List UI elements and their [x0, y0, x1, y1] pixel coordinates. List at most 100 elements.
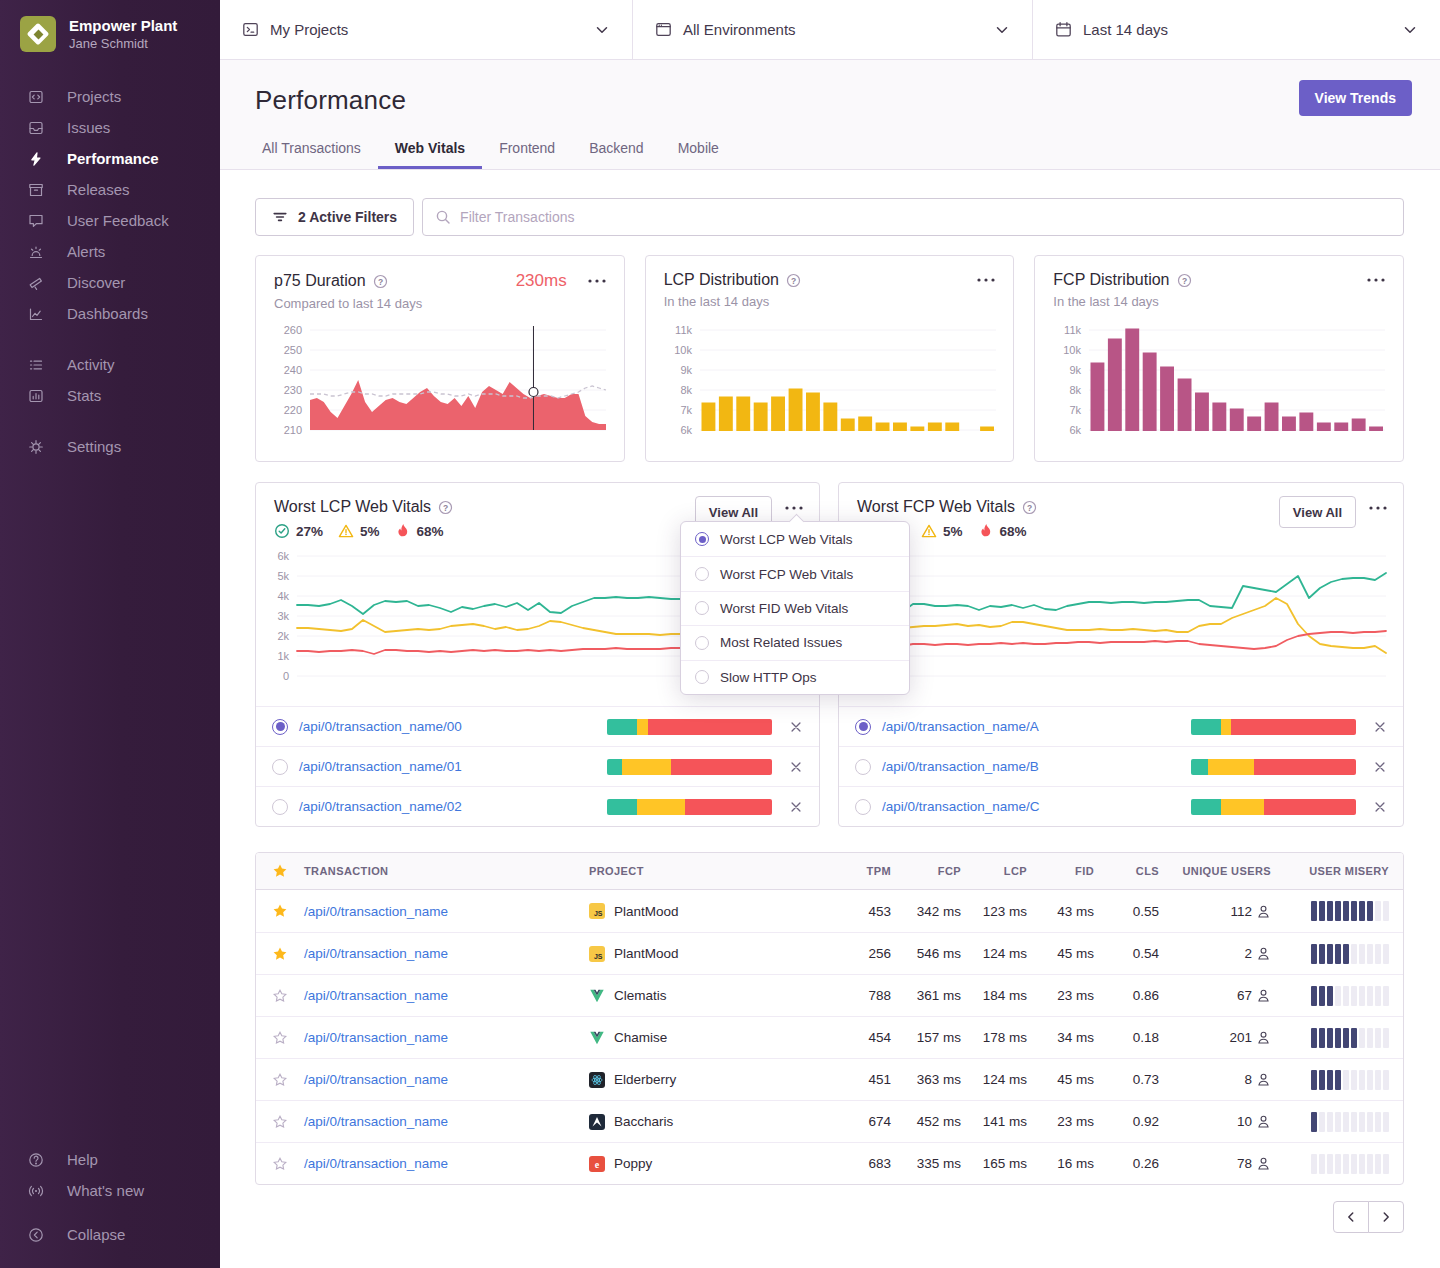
col-fid[interactable]: FID: [1027, 865, 1094, 877]
sidebar-item-whats-new[interactable]: What's new: [0, 1175, 220, 1206]
star-outline-icon[interactable]: [256, 1072, 304, 1088]
help-icon[interactable]: ?: [1022, 500, 1037, 515]
transaction-link[interactable]: /api/0/transaction_name/B: [882, 759, 1039, 774]
close-icon[interactable]: [1373, 800, 1387, 814]
tab-backend[interactable]: Backend: [572, 134, 660, 169]
fid-value: 43 ms: [1027, 904, 1094, 919]
sidebar-item-collapse[interactable]: Collapse: [0, 1219, 220, 1250]
transaction-link[interactable]: /api/0/transaction_name/01: [299, 759, 462, 774]
lcp-value: 123 ms: [961, 904, 1027, 919]
star-filled-icon[interactable]: [256, 903, 304, 919]
transaction-link[interactable]: /api/0/transaction_name: [304, 904, 589, 919]
next-page-button[interactable]: [1368, 1201, 1404, 1233]
transaction-link[interactable]: /api/0/transaction_name: [304, 946, 589, 961]
transaction-link[interactable]: /api/0/transaction_name: [304, 1156, 589, 1171]
project-cell[interactable]: Baccharis: [589, 1114, 816, 1130]
star-outline-icon[interactable]: [256, 988, 304, 1004]
table-row: /api/0/transaction_nameePoppy683335 ms16…: [256, 1142, 1403, 1184]
card-menu-icon[interactable]: [977, 278, 995, 282]
sidebar-item-discover[interactable]: Discover: [0, 267, 220, 298]
col-user-misery[interactable]: USER MISERY: [1285, 865, 1403, 877]
star-outline-icon[interactable]: [256, 1030, 304, 1046]
col-transaction[interactable]: TRANSACTION: [304, 865, 589, 877]
project-selector[interactable]: My Projects: [220, 0, 632, 59]
org-switcher[interactable]: Empower Plant Jane Schmidt: [0, 0, 220, 52]
dropdown-item-worst-lcp-web-vitals[interactable]: Worst LCP Web Vitals: [681, 522, 909, 556]
transaction-radio[interactable]: [855, 719, 871, 735]
star-outline-icon[interactable]: [256, 1114, 304, 1130]
col-lcp[interactable]: LCP: [961, 865, 1027, 877]
col-unique-users[interactable]: UNIQUE USERS: [1159, 865, 1285, 877]
dropdown-item-worst-fid-web-vitals[interactable]: Worst FID Web Vitals: [681, 591, 909, 625]
svg-text:0: 0: [283, 670, 289, 682]
project-cell[interactable]: JSPlantMood: [589, 946, 816, 962]
transaction-radio[interactable]: [272, 719, 288, 735]
dropdown-item-slow-http-ops[interactable]: Slow HTTP Ops: [681, 660, 909, 694]
project-cell[interactable]: ePoppy: [589, 1156, 816, 1172]
sidebar-item-settings[interactable]: Settings: [0, 431, 220, 462]
close-icon[interactable]: [789, 760, 803, 774]
view-trends-button[interactable]: View Trends: [1299, 80, 1412, 116]
tab-frontend[interactable]: Frontend: [482, 134, 572, 169]
sidebar-item-issues[interactable]: Issues: [0, 112, 220, 143]
environment-selector[interactable]: All Environments: [632, 0, 1032, 59]
tab-mobile[interactable]: Mobile: [661, 134, 736, 169]
project-cell[interactable]: Elderberry: [589, 1072, 816, 1088]
close-icon[interactable]: [1373, 720, 1387, 734]
close-icon[interactable]: [789, 720, 803, 734]
project-cell[interactable]: Chamise: [589, 1030, 816, 1046]
transaction-link[interactable]: /api/0/transaction_name/C: [882, 799, 1040, 814]
transaction-radio[interactable]: [855, 799, 871, 815]
sidebar-item-stats[interactable]: Stats: [0, 380, 220, 411]
close-icon[interactable]: [1373, 760, 1387, 774]
date-range-selector[interactable]: Last 14 days: [1032, 0, 1440, 59]
project-cell[interactable]: JSPlantMood: [589, 903, 816, 919]
transaction-link[interactable]: /api/0/transaction_name/02: [299, 799, 462, 814]
search-icon: [435, 209, 451, 225]
col-cls[interactable]: CLS: [1094, 865, 1159, 877]
project-cell[interactable]: Clematis: [589, 988, 816, 1004]
dropdown-item-worst-fcp-web-vitals[interactable]: Worst FCP Web Vitals: [681, 556, 909, 590]
transaction-link[interactable]: /api/0/transaction_name: [304, 1030, 589, 1045]
transaction-radio[interactable]: [855, 759, 871, 775]
sidebar-item-projects[interactable]: Projects: [0, 81, 220, 112]
transaction-radio[interactable]: [272, 799, 288, 815]
transaction-radio[interactable]: [272, 759, 288, 775]
vitals-transaction-row: /api/0/transaction_name/C: [839, 786, 1403, 826]
transaction-link[interactable]: /api/0/transaction_name/00: [299, 719, 462, 734]
star-outline-icon[interactable]: [256, 1156, 304, 1172]
help-icon[interactable]: ?: [786, 273, 801, 288]
dropdown-item-most-related-issues[interactable]: Most Related Issues: [681, 625, 909, 659]
active-filters-button[interactable]: 2 Active Filters: [255, 198, 414, 236]
star-filled-icon[interactable]: [256, 946, 304, 962]
sidebar-item-performance[interactable]: Performance: [0, 143, 220, 174]
close-icon[interactable]: [789, 800, 803, 814]
help-icon[interactable]: ?: [438, 500, 453, 515]
card-menu-icon[interactable]: [588, 279, 606, 283]
help-icon[interactable]: ?: [373, 274, 388, 289]
tab-all-transactions[interactable]: All Transactions: [245, 134, 378, 169]
transaction-link[interactable]: /api/0/transaction_name: [304, 1114, 589, 1129]
sidebar-item-user-feedback[interactable]: User Feedback: [0, 205, 220, 236]
help-icon[interactable]: ?: [1177, 273, 1192, 288]
star-header-icon[interactable]: [256, 863, 304, 879]
sidebar-item-releases[interactable]: Releases: [0, 174, 220, 205]
tab-web-vitals[interactable]: Web Vitals: [378, 134, 482, 169]
col-fcp[interactable]: FCP: [891, 865, 961, 877]
prev-page-button[interactable]: [1333, 1201, 1369, 1233]
sidebar-item-help[interactable]: Help: [0, 1144, 220, 1175]
view-all-button[interactable]: View All: [1279, 496, 1356, 528]
card-menu-icon[interactable]: [1369, 506, 1387, 510]
project-icon-vue: [589, 1030, 605, 1046]
transaction-link[interactable]: /api/0/transaction_name: [304, 988, 589, 1003]
search-transactions-input[interactable]: [460, 209, 1391, 225]
card-menu-icon[interactable]: [1367, 278, 1385, 282]
transaction-link[interactable]: /api/0/transaction_name/A: [882, 719, 1039, 734]
sidebar-item-alerts[interactable]: Alerts: [0, 236, 220, 267]
sidebar-item-dashboards[interactable]: Dashboards: [0, 298, 220, 329]
sidebar-item-activity[interactable]: Activity: [0, 349, 220, 380]
card-menu-icon[interactable]: [785, 506, 803, 510]
col-tpm[interactable]: TPM: [816, 865, 891, 877]
transaction-link[interactable]: /api/0/transaction_name: [304, 1072, 589, 1087]
col-project[interactable]: PROJECT: [589, 865, 816, 877]
